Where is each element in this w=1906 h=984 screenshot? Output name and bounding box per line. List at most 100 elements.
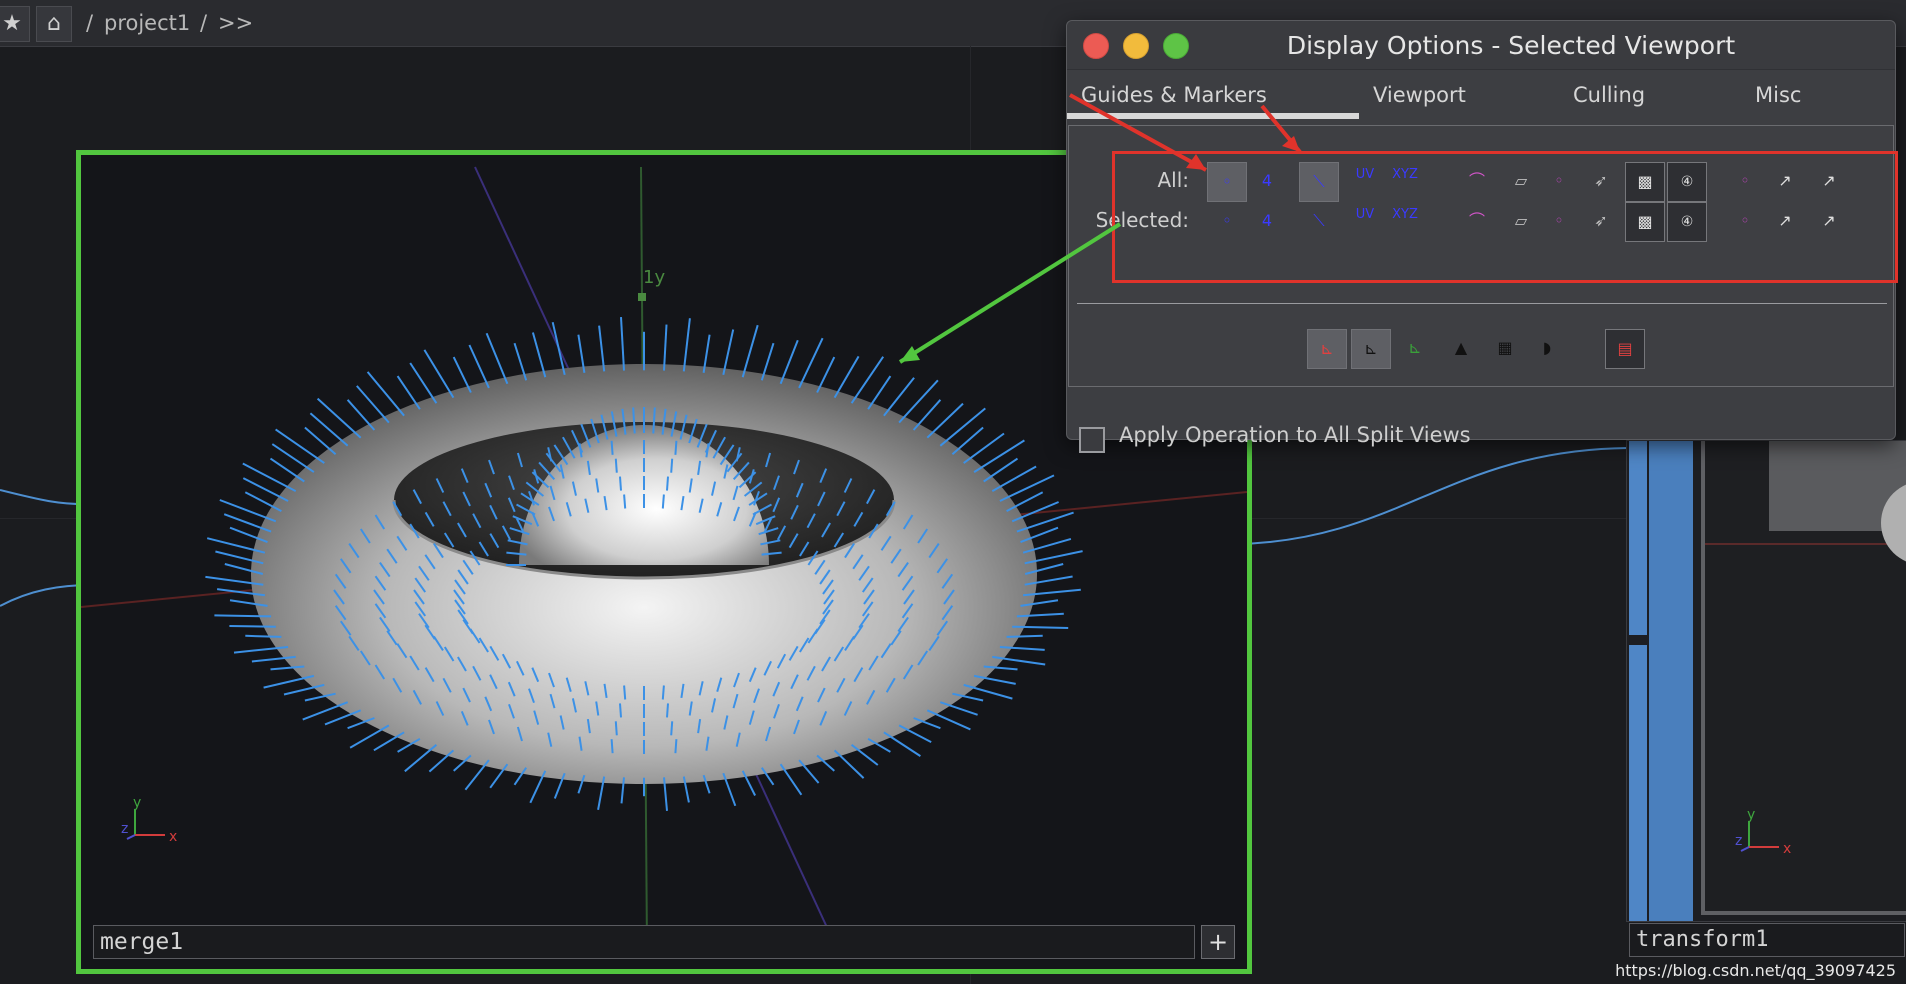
- tab-culling[interactable]: Culling: [1573, 83, 1645, 107]
- normal-line: [939, 407, 986, 447]
- origin-gnomon-icon[interactable]: ⊾: [1307, 329, 1347, 369]
- normal-line: [623, 685, 627, 700]
- normal-line: [833, 355, 860, 399]
- normal-line: [242, 477, 289, 502]
- gizmo-z: z: [121, 821, 128, 837]
- yz-plane-icon[interactable]: ◗: [1527, 329, 1567, 369]
- dialog-title: Display Options - Selected Viewport: [1286, 31, 1736, 60]
- gizmo-y: y: [1747, 807, 1755, 823]
- node-flag-strip: [1649, 441, 1693, 921]
- normal-line: [271, 443, 315, 473]
- normal-line: [963, 683, 1013, 700]
- normal-line: [263, 674, 315, 689]
- add-viewer-button[interactable]: +: [1201, 925, 1235, 959]
- normal-line: [663, 324, 668, 371]
- xy-plane-icon[interactable]: ▦: [1485, 329, 1525, 369]
- safe-area-icon[interactable]: ▤: [1605, 329, 1645, 369]
- xz-plane-icon[interactable]: ▲: [1441, 329, 1481, 369]
- normal-line: [316, 397, 362, 439]
- normal-line: [883, 731, 921, 757]
- normal-line: [674, 739, 678, 754]
- normal-line: [939, 701, 978, 716]
- active-tab-indicator: [1067, 113, 1359, 119]
- tab-misc[interactable]: Misc: [1755, 83, 1801, 107]
- apply-to-all-split-views-checkbox[interactable]: [1079, 427, 1105, 453]
- panel-divider: [1077, 303, 1887, 304]
- tab-viewport[interactable]: Viewport: [1373, 83, 1466, 107]
- normal-line: [741, 324, 759, 378]
- normal-line: [850, 744, 879, 766]
- normal-line: [302, 701, 349, 721]
- node-flag-strip: [1629, 645, 1647, 921]
- gizmo-x: x: [169, 829, 177, 845]
- normal-line: [468, 344, 490, 389]
- normal-line: [309, 412, 349, 447]
- normal-line: [619, 476, 622, 491]
- normal-line: [452, 356, 472, 393]
- axis-gizmo: y x z: [1735, 807, 1791, 857]
- normal-line: [373, 731, 405, 752]
- tab-guides-markers[interactable]: Guides & Markers: [1081, 83, 1267, 107]
- normal-line: [816, 356, 836, 393]
- normal-line: [324, 709, 362, 726]
- normal-line: [610, 739, 614, 754]
- normal-line: [833, 749, 865, 779]
- normal-line: [898, 724, 932, 743]
- normal-line: [779, 339, 799, 385]
- viewport-transform1[interactable]: y x z transform1: [1626, 440, 1906, 957]
- watermark-url: https://blog.csdn.net/qq_39097425: [1615, 961, 1896, 980]
- normal-line: [912, 399, 942, 431]
- pivot-axes-icon[interactable]: ⊾: [1395, 329, 1435, 369]
- normal-line: [614, 458, 618, 473]
- normal-line: [623, 494, 627, 509]
- dialog-titlebar[interactable]: Display Options - Selected Viewport: [1067, 21, 1895, 70]
- node-name-field[interactable]: transform1: [1629, 923, 1905, 957]
- normal-line: [346, 399, 376, 431]
- normal-line: [779, 763, 803, 796]
- apply-to-all-split-views-label: Apply Operation to All Split Views: [1119, 423, 1471, 447]
- normal-line: [1012, 625, 1069, 629]
- gizmo-z: z: [1735, 833, 1742, 849]
- normal-line: [620, 317, 625, 371]
- normal-line: [850, 356, 885, 404]
- normal-line: [798, 337, 824, 389]
- normal-line: [661, 494, 665, 509]
- normal-line: [396, 375, 421, 410]
- normal-line: [722, 329, 735, 376]
- normal-line: [670, 458, 674, 473]
- normal-line: [898, 379, 939, 424]
- normal-line: [531, 332, 547, 378]
- node-name-field[interactable]: merge1: [93, 925, 1195, 959]
- normal-line: [999, 474, 1055, 502]
- normal-line: [670, 721, 674, 736]
- normal-line: [610, 440, 614, 455]
- normal-line: [409, 362, 438, 404]
- normal-line: [464, 759, 490, 791]
- normal-line: [1006, 634, 1043, 638]
- gizmo-y: y: [133, 795, 141, 811]
- normal-line: [245, 634, 282, 638]
- axes-icon[interactable]: ⊾: [1351, 329, 1391, 369]
- normal-line: [973, 439, 1025, 473]
- normal-line: [275, 428, 325, 464]
- normal-line: [867, 375, 892, 410]
- normal-line: [214, 614, 272, 618]
- annotation-red-box: [1112, 151, 1898, 283]
- normal-line: [614, 721, 618, 736]
- viewport-frame: y x z: [1701, 441, 1906, 915]
- normal-line: [485, 332, 509, 385]
- normal-line: [666, 476, 669, 491]
- normal-line: [666, 703, 669, 718]
- node-flag-strip: [1629, 441, 1647, 635]
- normal-line: [661, 685, 665, 700]
- normal-line: [404, 744, 438, 773]
- normal-line: [619, 703, 622, 718]
- normal-line: [551, 321, 566, 376]
- normal-line: [598, 325, 606, 372]
- gizmo-x: x: [1783, 841, 1791, 857]
- axis-gizmo: y x z: [121, 795, 191, 855]
- normal-line: [242, 462, 297, 492]
- normal-line: [229, 625, 276, 628]
- normal-line: [674, 440, 678, 455]
- normal-line: [682, 318, 691, 372]
